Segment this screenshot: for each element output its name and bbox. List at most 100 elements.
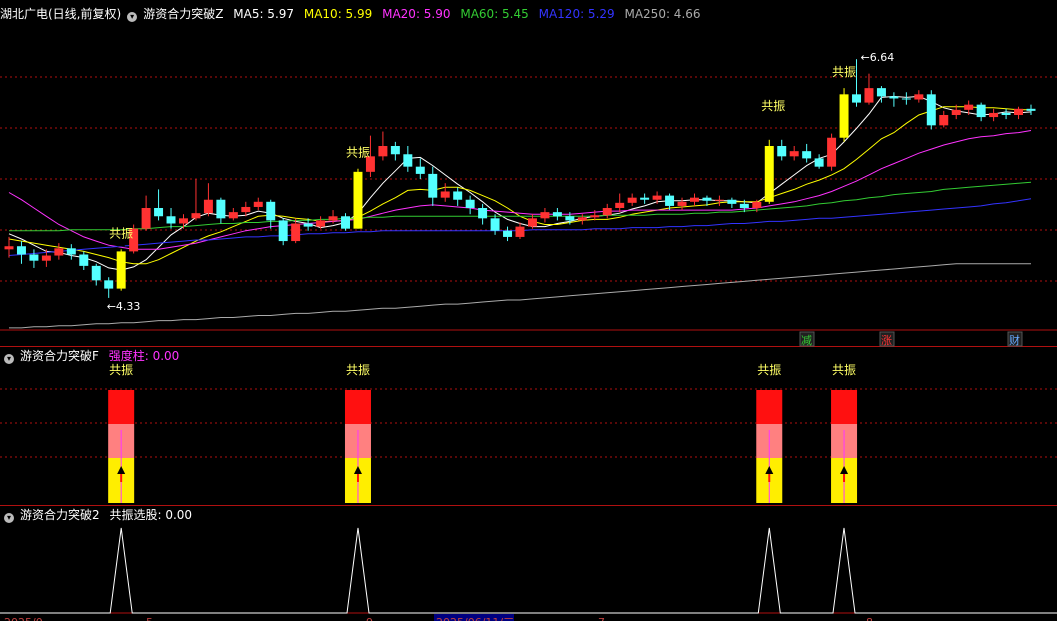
candle-body[interactable] — [503, 230, 513, 237]
candle-body[interactable] — [278, 220, 288, 242]
candle-body[interactable] — [341, 216, 350, 229]
candle-body[interactable] — [428, 173, 438, 198]
candle-body[interactable] — [752, 201, 762, 208]
candle-body[interactable] — [478, 208, 488, 219]
candle-body[interactable] — [241, 206, 251, 213]
candle-body[interactable] — [577, 217, 587, 221]
resonance-label: 共振 — [761, 99, 785, 113]
candle-body[interactable] — [353, 171, 363, 229]
candle-body[interactable] — [191, 213, 201, 219]
candle-body[interactable] — [1026, 108, 1036, 111]
candle-body[interactable] — [714, 199, 724, 201]
candle-body[interactable] — [79, 254, 89, 266]
candle-body[interactable] — [901, 98, 911, 100]
candle-body[interactable] — [116, 251, 126, 289]
candle-body[interactable] — [403, 154, 413, 167]
candle-body[interactable] — [852, 94, 861, 103]
resonance-label: 共振 — [346, 363, 370, 377]
up-arrow-icon — [765, 130, 774, 137]
candle-body[interactable] — [615, 202, 625, 208]
candle-body[interactable] — [515, 226, 525, 237]
candle-body[interactable] — [727, 199, 737, 204]
candle-body[interactable] — [91, 265, 101, 281]
candle-body[interactable] — [665, 195, 675, 206]
candle-body[interactable] — [652, 195, 662, 200]
candle-body[interactable] — [814, 158, 824, 167]
candle-body[interactable] — [203, 199, 213, 214]
candle-body[interactable] — [590, 215, 600, 218]
candle-body[interactable] — [54, 248, 64, 256]
candle-body[interactable] — [216, 199, 226, 219]
candle-body[interactable] — [789, 151, 799, 157]
candle-body[interactable] — [16, 246, 26, 255]
candle-body[interactable] — [253, 201, 263, 207]
candle-body[interactable] — [453, 191, 463, 200]
strength-bar-top — [344, 390, 371, 424]
candle-body[interactable] — [951, 109, 961, 115]
candle-body[interactable] — [976, 104, 986, 118]
candle-body[interactable] — [141, 208, 151, 229]
candle-body[interactable] — [989, 112, 999, 118]
candle-body[interactable] — [964, 104, 974, 110]
candle-body[interactable] — [876, 88, 886, 97]
candle-body[interactable] — [690, 197, 699, 202]
candle-body[interactable] — [1001, 112, 1011, 115]
candle-body[interactable] — [390, 146, 400, 155]
date-axis-label: 2025/0 — [4, 616, 43, 621]
strength-bar-top — [108, 390, 135, 424]
candle-body[interactable] — [552, 212, 562, 217]
candle-body[interactable] — [228, 212, 238, 219]
candle-body[interactable] — [166, 216, 176, 224]
candle-body[interactable] — [540, 212, 550, 219]
date-axis-label: 5 — [146, 616, 153, 621]
candle-body[interactable] — [415, 166, 425, 174]
candle-body[interactable] — [490, 218, 500, 231]
ma-line-ma5 — [8, 95, 1032, 271]
resonance-label: 共振 — [832, 363, 856, 377]
candle-body[interactable] — [104, 280, 114, 289]
low-price-label: ←4.33 — [107, 300, 141, 313]
resonance-label: 共振 — [109, 226, 133, 240]
candle-body[interactable] — [266, 201, 276, 221]
candle-body[interactable] — [527, 218, 537, 227]
candle-body[interactable] — [4, 246, 14, 250]
date-axis-label: 9 — [366, 616, 373, 621]
candle-body[interactable] — [764, 146, 774, 202]
candle-body[interactable] — [677, 201, 687, 206]
candle-body[interactable] — [565, 216, 575, 221]
candle-body[interactable] — [702, 197, 712, 201]
chart-canvas[interactable]: 共振共振共振共振←4.33←6.64减涨财共振共振共振共振2025/059202… — [0, 0, 1057, 621]
date-axis-label: 2025/06/11/三 — [436, 616, 514, 621]
candle-body[interactable] — [627, 197, 637, 203]
candle-body[interactable] — [378, 146, 388, 157]
candle-body[interactable] — [739, 203, 749, 208]
candle-body[interactable] — [889, 96, 899, 99]
candle-body[interactable] — [640, 197, 650, 200]
ma-line-ma10 — [8, 106, 1031, 265]
candle-body[interactable] — [316, 220, 326, 227]
candle-body[interactable] — [303, 223, 313, 227]
candle-body[interactable] — [827, 137, 837, 167]
candle-body[interactable] — [939, 115, 949, 126]
candle-body[interactable] — [66, 248, 76, 255]
candle-body[interactable] — [839, 94, 849, 138]
event-marker-2: 涨 — [881, 334, 892, 347]
candle-body[interactable] — [179, 218, 188, 224]
candle-body[interactable] — [802, 151, 812, 159]
candle-body[interactable] — [465, 199, 475, 208]
candle-body[interactable] — [291, 223, 301, 242]
candle-body[interactable] — [29, 254, 39, 261]
candle-body[interactable] — [440, 191, 450, 198]
up-arrow-icon — [117, 240, 126, 247]
resonance-label: 共振 — [346, 146, 370, 160]
candle-body[interactable] — [926, 94, 936, 126]
candle-body[interactable] — [777, 146, 787, 157]
candle-body[interactable] — [602, 208, 612, 216]
event-marker-3: 财 — [1009, 333, 1020, 347]
candle-body[interactable] — [328, 216, 338, 221]
candle-body[interactable] — [41, 255, 51, 261]
candle-body[interactable] — [1014, 108, 1024, 115]
candle-body[interactable] — [864, 88, 874, 103]
candle-body[interactable] — [914, 94, 924, 100]
candle-body[interactable] — [154, 208, 164, 217]
